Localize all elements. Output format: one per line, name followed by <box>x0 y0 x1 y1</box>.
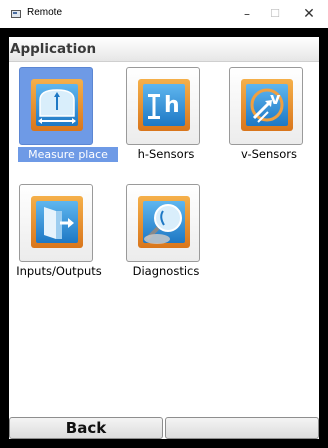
tile-diagnostics-label: Diagnostics <box>132 264 200 278</box>
tile-measure-place-label: Measure place <box>18 147 118 162</box>
tile-measure-place[interactable]: Measure place <box>18 67 123 175</box>
device-screen: Application Measure place h h-Sensors v … <box>9 37 319 439</box>
tile-v-sensors[interactable]: v v-Sensors <box>229 67 328 175</box>
v-sensors-icon: v <box>241 79 293 131</box>
back-button[interactable]: Back <box>9 417 163 439</box>
tile-h-sensors-box[interactable]: h <box>126 67 200 145</box>
tile-h-sensors[interactable]: h h-Sensors <box>126 67 230 175</box>
footer-right-button[interactable] <box>165 417 319 439</box>
tile-measure-place-box[interactable] <box>19 67 93 145</box>
close-button[interactable]: ✕ <box>296 4 322 24</box>
svg-text:v: v <box>270 89 281 108</box>
measure-place-icon <box>31 79 83 131</box>
tile-inputs-outputs[interactable]: Inputs/Outputs <box>16 184 123 292</box>
footer-bar: Back <box>9 417 319 439</box>
tile-v-sensors-box[interactable]: v <box>229 67 303 145</box>
h-sensors-icon: h <box>138 79 190 131</box>
tile-diagnostics-box[interactable] <box>126 184 200 262</box>
page-header: Application <box>9 37 319 62</box>
minimize-button[interactable]: – <box>234 4 260 24</box>
tile-inputs-outputs-label: Inputs/Outputs <box>16 264 102 278</box>
page-title: Application <box>10 41 97 57</box>
svg-text:h: h <box>164 93 180 118</box>
window-title: Remote <box>27 7 63 18</box>
tile-inputs-outputs-box[interactable] <box>19 184 93 262</box>
tile-v-sensors-label: v-Sensors <box>240 147 298 161</box>
tile-diagnostics[interactable]: Diagnostics <box>126 184 230 292</box>
diagnostics-icon <box>138 196 190 248</box>
inputs-outputs-icon <box>31 196 83 248</box>
tile-h-sensors-label: h-Sensors <box>137 147 195 161</box>
maximize-button[interactable]: ☐ <box>262 4 288 24</box>
app-window-icon <box>11 10 21 18</box>
device-frame: Application Measure place h h-Sensors v … <box>0 28 328 448</box>
window-titlebar: Remote – ☐ ✕ <box>0 0 328 28</box>
